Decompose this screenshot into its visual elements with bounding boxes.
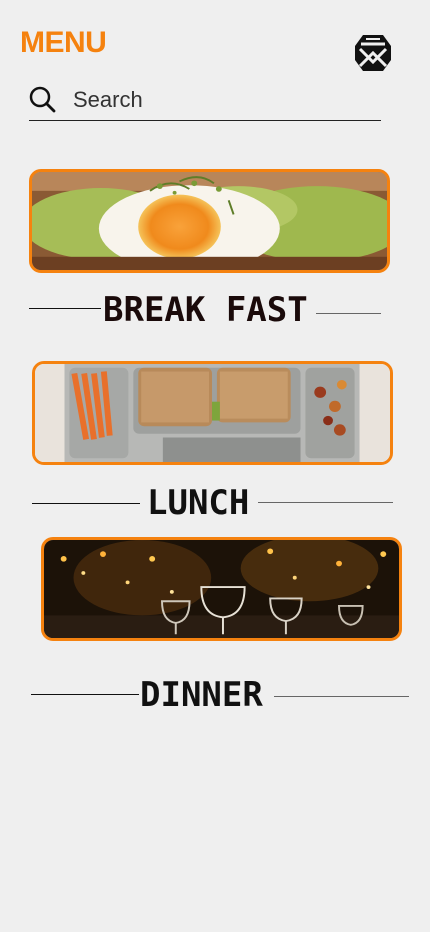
breakfast-divider-left	[29, 308, 101, 309]
search-bar	[29, 80, 381, 121]
lunch-label[interactable]: LUNCH	[147, 486, 249, 520]
lunch-divider-left	[32, 503, 140, 504]
search-icon[interactable]	[29, 86, 57, 114]
geometric-face-logo-icon[interactable]	[352, 32, 394, 74]
lunch-image	[35, 364, 390, 462]
breakfast-image	[32, 172, 387, 270]
dinner-image	[44, 540, 399, 638]
page-title: MENU	[20, 26, 107, 59]
lunch-divider-right	[258, 502, 393, 503]
dinner-label[interactable]: DINNER	[140, 678, 263, 712]
breakfast-label[interactable]: BREAK FAST	[103, 293, 308, 327]
search-input[interactable]	[73, 87, 353, 113]
dinner-divider-left	[31, 694, 139, 695]
dinner-card[interactable]	[41, 537, 402, 641]
lunch-card[interactable]	[32, 361, 393, 465]
breakfast-card[interactable]	[29, 169, 390, 273]
dinner-divider-right	[274, 696, 409, 697]
breakfast-divider-right	[316, 313, 381, 314]
